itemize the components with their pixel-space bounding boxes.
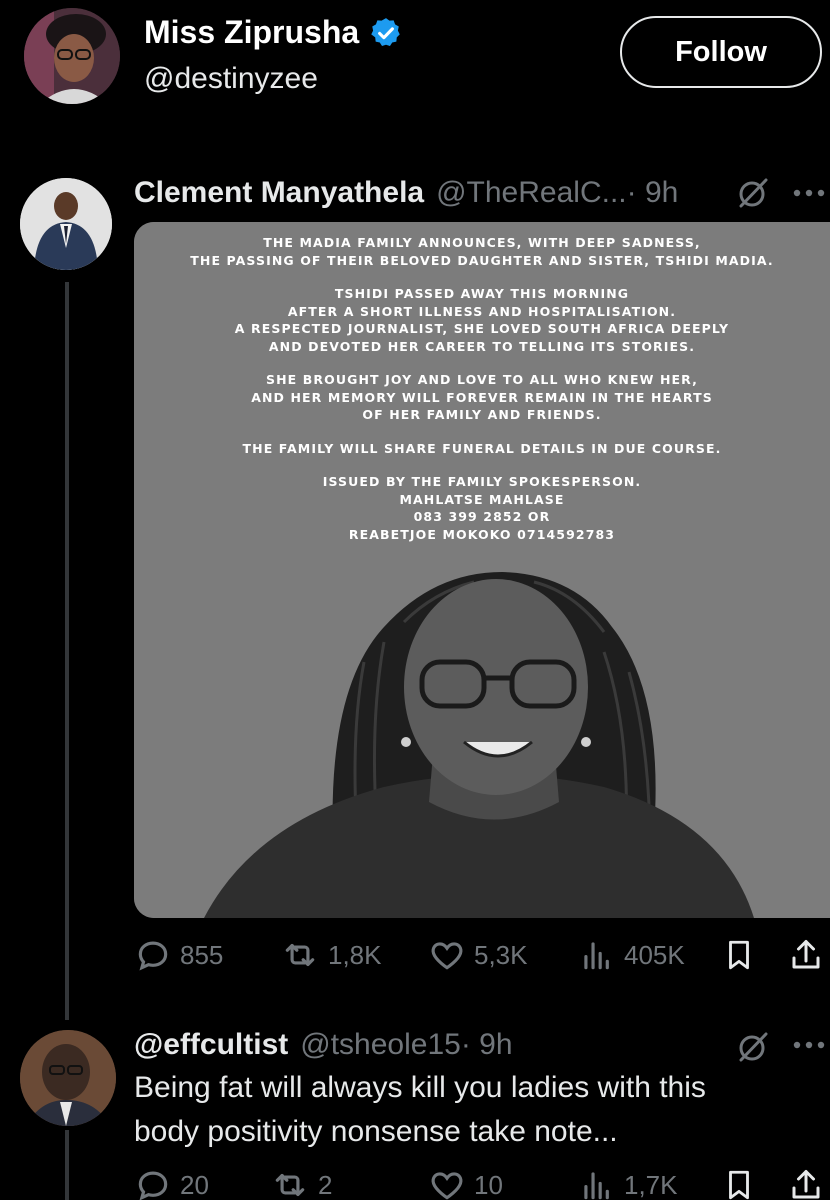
tweet-2-avatar[interactable]: [20, 1030, 116, 1126]
reply-icon: [138, 941, 168, 971]
tweet-2-author[interactable]: @effcultist: [134, 1028, 288, 1062]
views-count: 1,7K: [624, 1169, 678, 1200]
reply-button[interactable]: 20: [134, 1166, 209, 1200]
tweet-2-text: Being fat will always kill you ladies wi…: [134, 1066, 814, 1154]
reply-button[interactable]: 855: [134, 936, 223, 974]
tweet-1-actions: 855 1,8K 5,3K 405K: [134, 930, 830, 980]
views-button[interactable]: 1,7K: [578, 1166, 678, 1200]
notice-line: THE MADIA FAMILY ANNOUNCES, WITH DEEP SA…: [263, 235, 701, 250]
grok-icon[interactable]: [736, 1030, 770, 1064]
views-button[interactable]: 405K: [578, 936, 685, 974]
more-icon[interactable]: [792, 1040, 826, 1050]
like-button[interactable]: 10: [428, 1166, 503, 1200]
share-button[interactable]: [788, 1166, 824, 1200]
tweet-1-time[interactable]: · 9h: [627, 176, 679, 210]
thread-line: [65, 1130, 69, 1200]
views-count: 405K: [624, 939, 685, 970]
notice-line: 083 399 2852 OR: [413, 509, 551, 524]
notice-paragraph: ISSUED BY THE FAMILY SPOKESPERSON. MAHLAT…: [134, 473, 830, 543]
notice-paragraph: SHE BROUGHT JOY AND LOVE TO ALL WHO KNEW…: [134, 371, 830, 424]
notice-paragraph: THE FAMILY WILL SHARE FUNERAL DETAILS IN…: [134, 440, 830, 458]
bookmark-button[interactable]: [722, 1166, 756, 1200]
memorial-notice: THE MADIA FAMILY ANNOUNCES, WITH DEEP SA…: [134, 234, 830, 559]
notice-line: A RESPECTED JOURNALIST, SHE LOVED SOUTH …: [234, 321, 730, 336]
notice-line: MAHLATSE MAHLASE: [399, 491, 565, 507]
share-icon: [792, 940, 820, 969]
notice-line: SHE BROUGHT JOY AND LOVE TO ALL WHO KNEW…: [266, 372, 698, 387]
repost-count: 2: [318, 1169, 333, 1200]
share-button[interactable]: [788, 936, 824, 974]
tweet-1-header: Clement Manyathela @TheRealC... · 9h: [134, 176, 678, 210]
notice-line: REABETJOE MOKOKO 0714592783: [348, 526, 616, 542]
more-icon[interactable]: [792, 188, 826, 198]
repost-button[interactable]: 1,8K: [280, 936, 382, 974]
repost-icon: [285, 943, 315, 967]
header-avatar[interactable]: [24, 8, 120, 104]
like-count: 10: [474, 1169, 503, 1200]
bookmark-icon: [729, 940, 749, 970]
notice-line: THE PASSING OF THEIR BELOVED DAUGHTER AN…: [190, 252, 774, 268]
bookmark-button[interactable]: [722, 936, 756, 974]
notice-line: OF HER FAMILY AND FRIENDS.: [362, 407, 602, 422]
repost-icon: [275, 1173, 305, 1197]
like-count: 5,3K: [474, 939, 528, 970]
tweet-2-actions: 20 2 10 1,7K: [134, 1162, 830, 1200]
repost-count: 1,8K: [328, 939, 382, 970]
follow-button[interactable]: Follow: [620, 16, 822, 88]
notice-line: ISSUED BY THE FAMILY SPOKESPERSON.: [322, 474, 642, 489]
header-handle[interactable]: @destinyzee: [144, 62, 318, 96]
thread-line: [65, 282, 69, 1020]
tweet-1-media[interactable]: THE MADIA FAMILY ANNOUNCES, WITH DEEP SA…: [134, 222, 830, 918]
notice-line: AFTER A SHORT ILLNESS AND HOSPITALISATIO…: [287, 303, 677, 319]
header-display-name[interactable]: Miss Ziprusha: [144, 14, 403, 51]
bookmark-icon: [729, 1170, 749, 1200]
verified-badge-icon: [371, 17, 400, 46]
reply-count: 855: [180, 939, 224, 970]
notice-line: TSHIDI PASSED AWAY THIS MORNING: [334, 286, 630, 301]
like-icon: [431, 1172, 463, 1200]
notice-paragraph: THE MADIA FAMILY ANNOUNCES, WITH DEEP SA…: [134, 234, 830, 269]
views-icon: [584, 942, 609, 970]
grok-icon[interactable]: [736, 176, 770, 210]
tweet-2-text-line: Being fat will always kill you ladies wi…: [134, 1071, 706, 1104]
share-icon: [792, 1170, 820, 1199]
views-icon: [584, 1172, 609, 1200]
tweet-2-time[interactable]: · 9h: [461, 1028, 513, 1062]
reply-count: 20: [180, 1169, 209, 1200]
like-icon: [431, 942, 463, 970]
like-button[interactable]: 5,3K: [428, 936, 528, 974]
notice-line: AND DEVOTED HER CAREER TO TELLING ITS ST…: [268, 338, 696, 354]
header-name-text: Miss Ziprusha: [144, 14, 360, 50]
notice-line: THE FAMILY WILL SHARE FUNERAL DETAILS IN…: [242, 440, 722, 456]
tweet-2-handle[interactable]: @tsheole15: [300, 1028, 461, 1062]
tweet-1-handle[interactable]: @TheRealC...: [436, 176, 627, 210]
tweet-2-header: @effcultist @tsheole15 · 9h: [134, 1028, 513, 1062]
notice-line: AND HER MEMORY WILL FOREVER REMAIN IN TH…: [251, 389, 713, 405]
tweet-1-author[interactable]: Clement Manyathela: [134, 176, 424, 210]
post-page: Miss Ziprusha @destinyzee Follow Clement…: [0, 0, 830, 1200]
tweet-1-avatar[interactable]: [20, 178, 112, 270]
reply-icon: [138, 1171, 168, 1200]
repost-button[interactable]: 2: [270, 1166, 332, 1200]
tweet-2-text-line: body positivity nonsense take note...: [134, 1115, 618, 1148]
notice-paragraph: TSHIDI PASSED AWAY THIS MORNING AFTER A S…: [134, 285, 830, 355]
